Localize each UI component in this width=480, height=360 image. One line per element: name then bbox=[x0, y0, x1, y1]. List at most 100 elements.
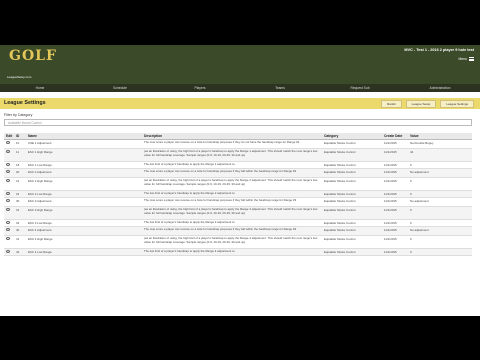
nav-schedule[interactable]: Schedule bbox=[80, 84, 160, 92]
table-row: 21 ESC 2 High Range (as an illustration of… bbox=[4, 177, 472, 191]
view-icon[interactable] bbox=[6, 163, 10, 166]
category-cell: Equitable Stroke Control bbox=[322, 139, 382, 149]
edit-cell[interactable] bbox=[4, 219, 14, 227]
view-icon[interactable] bbox=[6, 228, 10, 231]
nav-administration[interactable]: Administration bbox=[400, 84, 480, 92]
view-icon[interactable] bbox=[6, 179, 10, 182]
main-nav: Home Schedule Players Teams Request Sub … bbox=[0, 84, 480, 92]
logo-subtitle: LeagueSetup.com bbox=[7, 75, 32, 79]
category-cell: Equitable Stroke Control bbox=[322, 248, 382, 256]
hamburger-icon bbox=[469, 57, 474, 61]
date-cell: 11/1/2015 bbox=[382, 177, 408, 191]
edit-cell[interactable] bbox=[4, 177, 14, 191]
id-cell: 32 bbox=[14, 219, 26, 227]
edit-cell[interactable] bbox=[4, 226, 14, 236]
tab-league-settings[interactable]: League Settings bbox=[440, 100, 474, 108]
name-cell: USE 1 Adjustment bbox=[26, 139, 142, 149]
description-cell: The max score a player can receive on a … bbox=[142, 226, 322, 236]
edit-cell[interactable] bbox=[4, 161, 14, 169]
name-cell: ESC 3 High Range bbox=[26, 206, 142, 220]
view-icon[interactable] bbox=[6, 208, 10, 211]
id-cell: 18 bbox=[14, 161, 26, 169]
view-icon[interactable] bbox=[6, 237, 10, 240]
settings-table: Edit ID Name Description Category Create… bbox=[4, 133, 472, 256]
category-cell: Equitable Stroke Control bbox=[322, 226, 382, 236]
category-cell: Equitable Stroke Control bbox=[322, 177, 382, 191]
date-cell: 11/1/2015 bbox=[382, 235, 408, 249]
name-cell: ESC 2 Low Range bbox=[26, 190, 142, 198]
site-header: GOLF LeagueSetup.com MVC - Test 1 - 2016… bbox=[0, 45, 480, 84]
category-cell: Equitable Stroke Control bbox=[322, 235, 382, 249]
category-cell: Equitable Stroke Control bbox=[322, 161, 382, 169]
edit-cell[interactable] bbox=[4, 235, 14, 249]
table-row: 42 ESC 4 Low Range The low limit of a play… bbox=[4, 248, 472, 256]
nav-players[interactable]: Players bbox=[160, 84, 240, 92]
golf-logo[interactable]: GOLF LeagueSetup.com bbox=[4, 47, 56, 79]
tab-league-setup[interactable]: League Setup bbox=[405, 100, 437, 108]
edit-cell[interactable] bbox=[4, 197, 14, 207]
value-cell: 0 bbox=[408, 161, 472, 169]
id-cell: 31 bbox=[14, 206, 26, 220]
name-cell: ESC 4 Low Range bbox=[26, 248, 142, 256]
value-cell: No adjustment bbox=[408, 197, 472, 207]
id-cell: 11 bbox=[14, 148, 26, 162]
edit-cell[interactable] bbox=[4, 248, 14, 256]
id-cell: 41 bbox=[14, 235, 26, 249]
table-row: 30 ESC 3 Adjustment The max score a player… bbox=[4, 197, 472, 207]
value-cell: No adjustment bbox=[408, 226, 472, 236]
table-row: 20 ESC 2 Adjustment The max score a player… bbox=[4, 168, 472, 178]
category-cell: Equitable Stroke Control bbox=[322, 197, 382, 207]
description-cell: The low limit of a player's handicap to … bbox=[142, 248, 322, 256]
table-row: 31 ESC 3 High Range (as an illustration of… bbox=[4, 206, 472, 220]
name-cell: ESC 4 High Range bbox=[26, 235, 142, 249]
value-cell: 0 bbox=[408, 206, 472, 220]
category-select[interactable]: Available Modal Control bbox=[4, 119, 472, 126]
value-cell: No adjustment bbox=[408, 168, 472, 178]
edit-cell[interactable] bbox=[4, 139, 14, 149]
edit-cell[interactable] bbox=[4, 190, 14, 198]
view-icon[interactable] bbox=[6, 170, 10, 173]
league-title: MVC - Test 1 - 2016 2 player 9 hole test bbox=[404, 48, 474, 52]
category-cell: Equitable Stroke Control bbox=[322, 190, 382, 198]
date-cell: 11/1/2015 bbox=[382, 139, 408, 149]
edit-cell[interactable] bbox=[4, 206, 14, 220]
date-cell: 11/1/2015 bbox=[382, 248, 408, 256]
table-row: 40 ESC 4 Adjustment The max score a player… bbox=[4, 226, 472, 236]
nav-teams[interactable]: Teams bbox=[240, 84, 320, 92]
value-cell: 0 bbox=[408, 219, 472, 227]
tab-rankit[interactable]: Rankit bbox=[381, 100, 402, 108]
edit-cell[interactable] bbox=[4, 168, 14, 178]
menu-button[interactable]: Menu bbox=[459, 57, 474, 61]
date-cell: 11/1/2015 bbox=[382, 190, 408, 198]
description-cell: (as an illustration of using, the high l… bbox=[142, 235, 322, 249]
name-cell: ESC 4 Adjustment bbox=[26, 226, 142, 236]
name-cell: ESC 1 High Range bbox=[26, 148, 142, 162]
edit-cell[interactable] bbox=[4, 148, 14, 162]
logo-text: GOLF bbox=[9, 48, 57, 64]
view-icon[interactable] bbox=[6, 199, 10, 202]
date-cell: 11/1/2015 bbox=[382, 219, 408, 227]
table-row: 41 ESC 4 High Range (as an illustration of… bbox=[4, 235, 472, 249]
description-cell: The max score a player can receive on a … bbox=[142, 197, 322, 207]
date-cell: 11/1/2015 bbox=[382, 206, 408, 220]
app-frame: GOLF LeagueSetup.com MVC - Test 1 - 2016… bbox=[0, 45, 480, 316]
category-cell: Equitable Stroke Control bbox=[322, 206, 382, 220]
page-title: League Settings bbox=[4, 100, 46, 106]
view-icon[interactable] bbox=[6, 221, 10, 224]
description-cell: (as an illustration of using, the high l… bbox=[142, 148, 322, 162]
value-cell: 0 bbox=[408, 190, 472, 198]
view-icon[interactable] bbox=[6, 250, 10, 253]
value-cell: 0 bbox=[408, 177, 472, 191]
name-cell: ESC 2 Adjustment bbox=[26, 168, 142, 178]
nav-home[interactable]: Home bbox=[0, 84, 80, 92]
name-cell: ESC 1 Low Range bbox=[26, 161, 142, 169]
description-cell: The low limit of a player's handicap to … bbox=[142, 161, 322, 169]
value-cell: 0 bbox=[408, 248, 472, 256]
view-icon[interactable] bbox=[6, 141, 10, 144]
id-cell: 21 bbox=[14, 177, 26, 191]
table-row: 11 ESC 1 High Range (as an illustration of… bbox=[4, 148, 472, 162]
nav-request-sub[interactable]: Request Sub bbox=[320, 84, 400, 92]
view-icon[interactable] bbox=[6, 192, 10, 195]
value-cell: 0 bbox=[408, 235, 472, 249]
view-icon[interactable] bbox=[6, 150, 10, 153]
